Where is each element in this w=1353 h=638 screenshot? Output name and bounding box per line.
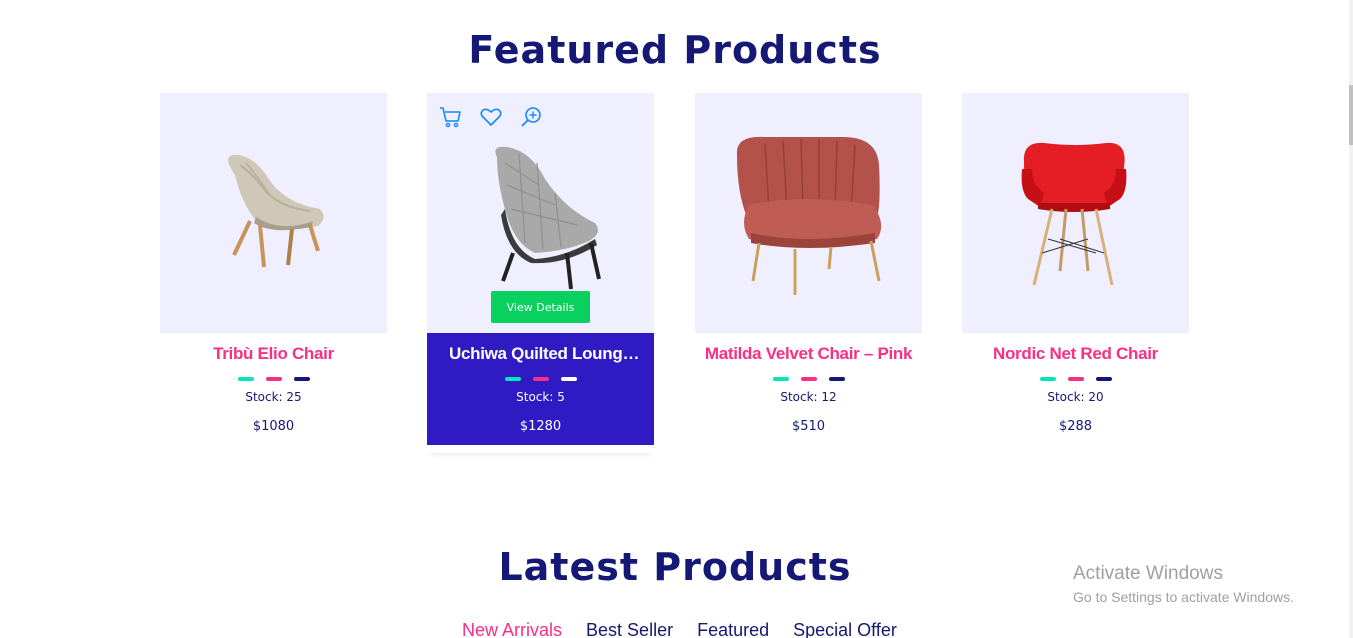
product-price: $510 bbox=[791, 419, 826, 434]
product-card[interactable]: Nordic Net Red Chair Stock: 20 $288 bbox=[962, 93, 1189, 453]
chair-image bbox=[736, 136, 882, 295]
product-name[interactable]: Tribù Elio Chair bbox=[160, 344, 387, 364]
tab-new-arrivals[interactable]: New Arrivals bbox=[462, 620, 562, 638]
chair-image bbox=[228, 154, 324, 268]
product-price: $1080 bbox=[252, 419, 295, 434]
color-dot bbox=[293, 377, 310, 381]
tab-featured[interactable]: Featured bbox=[697, 620, 769, 638]
featured-products-title: Featured Products bbox=[468, 28, 882, 72]
color-dots bbox=[962, 377, 1189, 381]
color-dot bbox=[800, 377, 817, 381]
product-card-active[interactable]: View Details Uchiwa Quilted Lounge Chair… bbox=[427, 93, 654, 453]
watermark-title: Activate Windows bbox=[1073, 563, 1223, 584]
watermark-subtitle: Go to Settings to activate Windows. bbox=[1073, 589, 1294, 605]
color-dot bbox=[237, 377, 254, 381]
tab-best-seller[interactable]: Best Seller bbox=[586, 620, 673, 638]
color-dot bbox=[560, 377, 577, 381]
product-name[interactable]: Uchiwa Quilted Lounge Chair bbox=[427, 344, 654, 364]
color-dots bbox=[695, 377, 922, 381]
windows-activation-watermark: Activate Windows Go to Settings to activ… bbox=[1073, 563, 1294, 605]
color-dot bbox=[828, 377, 845, 381]
color-dots bbox=[160, 377, 387, 381]
product-info: Nordic Net Red Chair Stock: 20 $288 bbox=[962, 333, 1189, 445]
product-image[interactable]: View Details bbox=[427, 93, 654, 333]
product-card[interactable]: Tribù Elio Chair Stock: 25 $1080 bbox=[160, 93, 387, 453]
latest-products-tabs: New Arrivals Best Seller Featured Specia… bbox=[462, 620, 897, 638]
product-name[interactable]: Nordic Net Red Chair bbox=[962, 344, 1189, 364]
color-dot bbox=[1039, 377, 1056, 381]
color-dot bbox=[532, 377, 549, 381]
product-name[interactable]: Matilda Velvet Chair – Pink bbox=[695, 344, 922, 364]
product-image[interactable] bbox=[160, 93, 387, 333]
view-details-button[interactable]: View Details bbox=[491, 291, 590, 323]
product-stock: Stock: 12 bbox=[780, 390, 837, 404]
product-stock: Stock: 5 bbox=[516, 390, 565, 404]
chair-image bbox=[1021, 142, 1127, 286]
product-price: $1280 bbox=[519, 419, 562, 434]
page-scrollbar[interactable] bbox=[1349, 0, 1353, 638]
color-dot bbox=[504, 377, 521, 381]
product-info: Tribù Elio Chair Stock: 25 $1080 bbox=[160, 333, 387, 445]
scrollbar-thumb[interactable] bbox=[1349, 85, 1353, 145]
product-price: $288 bbox=[1058, 419, 1093, 434]
product-card[interactable]: Matilda Velvet Chair – Pink Stock: 12 $5… bbox=[695, 93, 922, 453]
tab-special-offer[interactable]: Special Offer bbox=[793, 620, 897, 638]
color-dot bbox=[772, 377, 789, 381]
product-stock: Stock: 20 bbox=[1047, 390, 1104, 404]
product-image[interactable] bbox=[962, 93, 1189, 333]
color-dot bbox=[1067, 377, 1084, 381]
product-image[interactable] bbox=[695, 93, 922, 333]
product-info: Uchiwa Quilted Lounge Chair Stock: 5 $12… bbox=[427, 333, 654, 445]
color-dot bbox=[265, 377, 282, 381]
color-dot bbox=[1095, 377, 1112, 381]
product-stock: Stock: 25 bbox=[245, 390, 302, 404]
color-dots bbox=[427, 377, 654, 381]
product-info: Matilda Velvet Chair – Pink Stock: 12 $5… bbox=[695, 333, 922, 445]
